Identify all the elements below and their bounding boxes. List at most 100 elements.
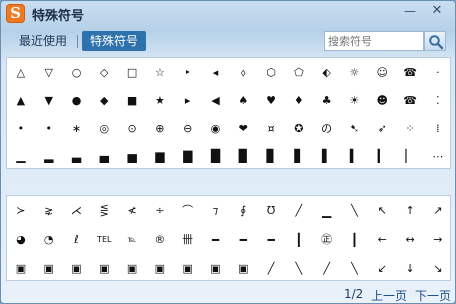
symbol-cell[interactable]: ⁞ <box>424 114 452 142</box>
symbol-cell[interactable]: ⁘ <box>396 114 424 142</box>
symbol-cell[interactable]: ⁊ <box>202 196 230 225</box>
symbol-cell[interactable]: ☼ <box>341 58 369 86</box>
prev-page-link[interactable]: 上一页 <box>371 287 407 304</box>
symbol-cell[interactable]: ℡ <box>118 225 146 254</box>
symbol-cell[interactable]: ⊕ <box>146 114 174 142</box>
symbol-cell[interactable]: ℓ <box>63 225 91 254</box>
symbol-cell[interactable]: ↗ <box>424 196 452 225</box>
symbol-cell[interactable]: ∮ <box>229 196 257 225</box>
symbol-cell[interactable]: • <box>7 114 35 142</box>
symbol-cell[interactable]: ▼ <box>35 86 63 114</box>
symbol-cell[interactable]: TEL <box>90 225 118 254</box>
symbol-cell[interactable]: ▸ <box>174 86 202 114</box>
symbol-cell[interactable]: ━ <box>202 225 230 254</box>
symbol-cell[interactable]: ▣ <box>35 254 63 283</box>
symbol-cell[interactable]: ➶ <box>368 114 396 142</box>
symbol-cell[interactable]: ▣ <box>202 254 230 283</box>
symbol-cell[interactable]: ☺ <box>368 58 396 86</box>
symbol-cell[interactable]: ☻ <box>368 86 396 114</box>
symbol-cell[interactable]: ⁚ <box>424 86 452 114</box>
symbol-cell[interactable]: ® <box>146 225 174 254</box>
symbol-cell[interactable]: ⋯ <box>424 142 452 170</box>
symbol-cell[interactable]: □ <box>118 58 146 86</box>
symbol-cell[interactable]: ↑ <box>396 196 424 225</box>
symbol-cell[interactable]: ◔ <box>35 225 63 254</box>
symbol-cell[interactable]: ♦ <box>285 86 313 114</box>
symbol-cell[interactable]: ∗ <box>63 114 91 142</box>
symbol-cell[interactable]: ▣ <box>229 254 257 283</box>
symbol-cell[interactable]: ▏ <box>396 142 424 170</box>
symbol-cell[interactable]: ○ <box>63 58 91 86</box>
symbol-cell[interactable]: ▎ <box>368 142 396 170</box>
next-page-link[interactable]: 下一页 <box>415 287 451 304</box>
symbol-cell[interactable]: ▄ <box>90 142 118 170</box>
symbol-cell[interactable]: ▌ <box>313 142 341 170</box>
tab-recent[interactable]: 最近使用 <box>11 31 75 51</box>
close-button[interactable]: ✕ <box>428 3 446 19</box>
symbol-cell[interactable]: ◂ <box>202 58 230 86</box>
symbol-cell[interactable]: ╱ <box>313 254 341 283</box>
minimize-button[interactable]: — <box>401 3 419 19</box>
symbol-cell[interactable]: ↙ <box>368 254 396 283</box>
symbol-cell[interactable]: • <box>35 114 63 142</box>
symbol-cell[interactable]: ▅ <box>118 142 146 170</box>
symbol-cell[interactable]: ╲ <box>341 254 369 283</box>
symbol-cell[interactable]: ★ <box>146 86 174 114</box>
symbol-cell[interactable]: ⌒ <box>174 196 202 225</box>
symbol-cell[interactable]: ▇ <box>174 142 202 170</box>
symbol-cell[interactable]: ‣ <box>174 58 202 86</box>
symbol-cell[interactable]: ┃ <box>341 225 369 254</box>
symbol-cell[interactable]: ✪ <box>285 114 313 142</box>
symbol-cell[interactable]: ━ <box>229 225 257 254</box>
symbol-cell[interactable]: ▣ <box>63 254 91 283</box>
symbol-cell[interactable]: ╲ <box>341 196 369 225</box>
symbol-cell[interactable]: ▊ <box>257 142 285 170</box>
search-button[interactable] <box>424 31 446 51</box>
symbol-cell[interactable]: ▂ <box>35 142 63 170</box>
symbol-cell[interactable]: ▣ <box>118 254 146 283</box>
symbol-cell[interactable]: ⋌ <box>63 196 91 225</box>
symbol-cell[interactable]: ▍ <box>341 142 369 170</box>
symbol-cell[interactable]: ⬡ <box>257 58 285 86</box>
symbol-cell[interactable]: ↓ <box>396 254 424 283</box>
symbol-cell[interactable]: ♠ <box>229 86 257 114</box>
symbol-cell[interactable]: ≻ <box>7 196 35 225</box>
symbol-cell[interactable]: ☆ <box>146 58 174 86</box>
symbol-cell[interactable]: ⬖ <box>313 58 341 86</box>
symbol-cell[interactable]: ▃ <box>63 142 91 170</box>
symbol-cell[interactable]: ▁ <box>313 196 341 225</box>
symbol-cell[interactable]: ☀ <box>341 86 369 114</box>
symbol-cell[interactable]: ㊣ <box>313 225 341 254</box>
symbol-cell[interactable]: → <box>424 225 452 254</box>
symbol-cell[interactable]: の <box>313 114 341 142</box>
symbol-cell[interactable]: ➷ <box>341 114 369 142</box>
symbol-cell[interactable]: ▆ <box>146 142 174 170</box>
tab-special-symbols[interactable]: 特殊符号 <box>82 31 147 51</box>
symbol-cell[interactable]: ∻ <box>146 196 174 225</box>
symbol-cell[interactable]: ━ <box>257 225 285 254</box>
symbol-cell[interactable]: ▋ <box>285 142 313 170</box>
symbol-cell[interactable]: ⬠ <box>285 58 313 86</box>
symbol-cell[interactable]: ↖ <box>368 196 396 225</box>
symbol-cell[interactable]: ◕ <box>7 225 35 254</box>
symbol-cell[interactable]: ▲ <box>7 86 35 114</box>
symbol-cell[interactable]: ◇ <box>90 58 118 86</box>
symbol-cell[interactable]: △ <box>7 58 35 86</box>
symbol-cell[interactable]: ╱ <box>257 254 285 283</box>
symbol-cell[interactable]: ▽ <box>35 58 63 86</box>
symbol-cell[interactable]: ◀ <box>202 86 230 114</box>
symbol-cell[interactable]: ¤ <box>257 114 285 142</box>
symbol-cell[interactable]: ☎ <box>396 86 424 114</box>
symbol-cell[interactable]: ● <box>63 86 91 114</box>
search-input[interactable] <box>324 31 424 51</box>
symbol-cell[interactable]: ⬨ <box>229 58 257 86</box>
symbol-cell[interactable]: ▣ <box>146 254 174 283</box>
symbol-cell[interactable]: ▣ <box>90 254 118 283</box>
symbol-cell[interactable]: · <box>424 58 452 86</box>
symbol-cell[interactable]: ↘ <box>424 254 452 283</box>
symbol-cell[interactable]: ⋚ <box>90 196 118 225</box>
symbol-cell[interactable]: ⊙ <box>118 114 146 142</box>
symbol-cell[interactable]: ⊖ <box>174 114 202 142</box>
symbol-cell[interactable]: ┃ <box>285 225 313 254</box>
symbol-cell[interactable]: █ <box>202 142 230 170</box>
